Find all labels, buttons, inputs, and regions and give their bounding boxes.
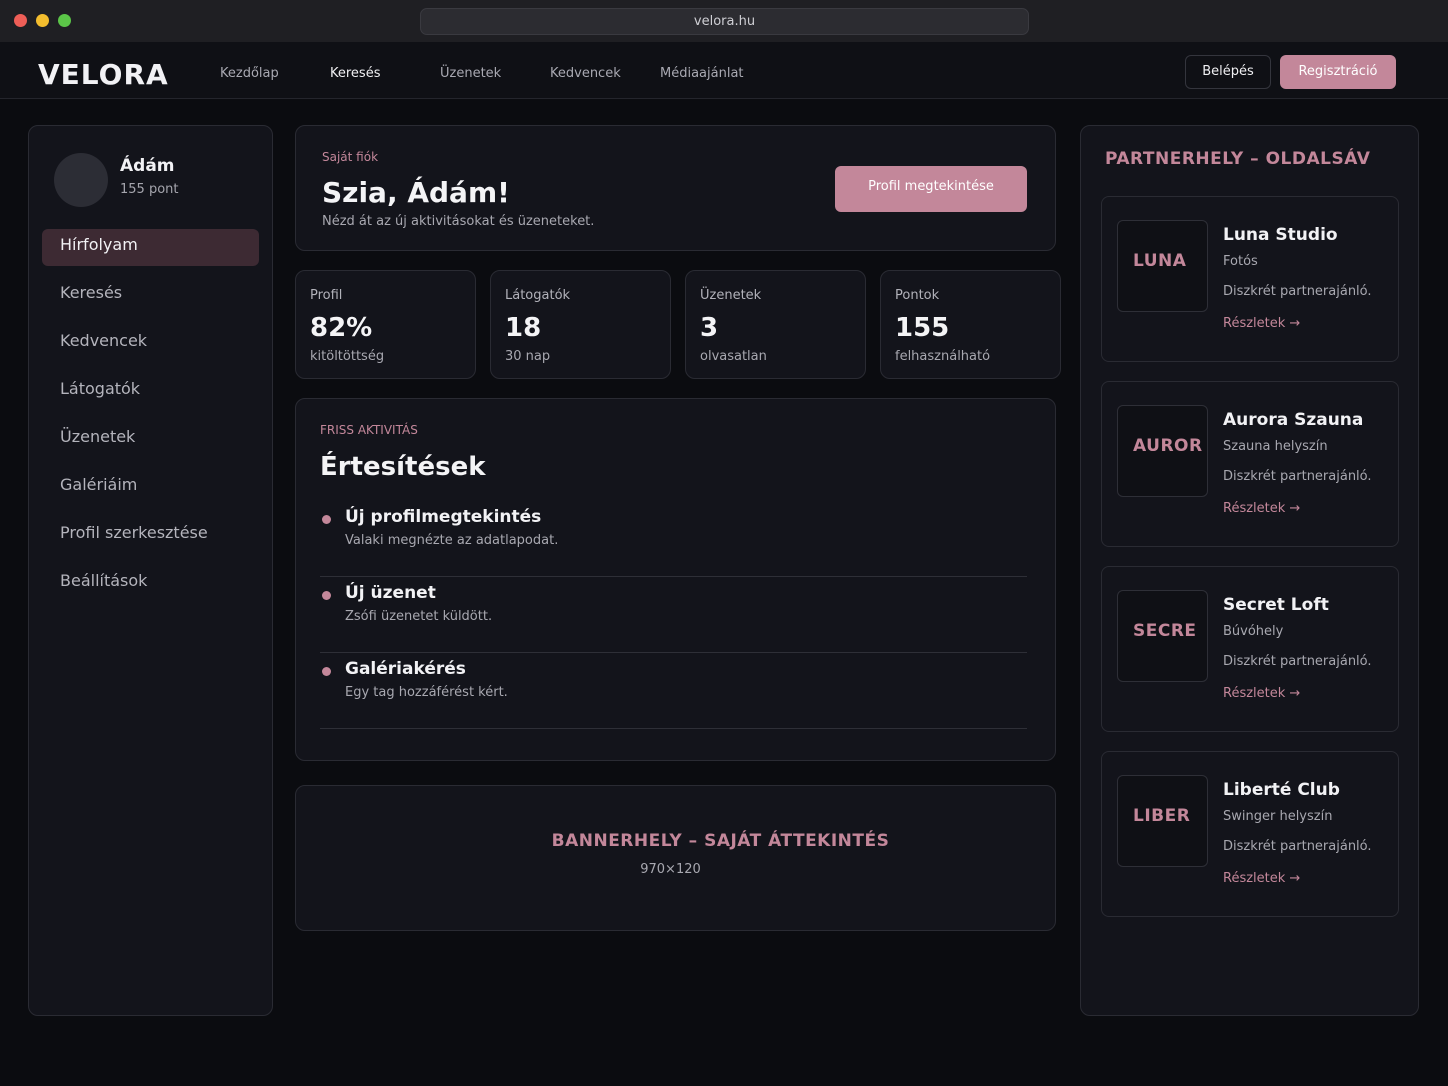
nav-link-messages[interactable]: Üzenetek	[440, 66, 501, 82]
nav-link-media-offer[interactable]: Médiaajánlat	[660, 66, 744, 82]
partner-type: Szauna helyszín	[1223, 439, 1328, 454]
view-profile-button[interactable]: Profil megtekintése	[835, 166, 1027, 212]
partner-logo: SECRE	[1117, 590, 1208, 682]
partner-description: Diszkrét partnerajánló.	[1223, 469, 1372, 484]
banner-title: BANNERHELY – SAJÁT ÁTTEKINTÉS	[551, 831, 890, 851]
banner-size: 970×120	[640, 862, 701, 877]
partner-type: Búvóhely	[1223, 624, 1284, 639]
partner-card[interactable]: LUNA Luna Studio Fotós Diszkrét partnera…	[1101, 196, 1399, 362]
page-title: Szia, Ádám!	[322, 176, 510, 209]
close-window-button[interactable]	[14, 14, 27, 27]
partner-name: Secret Loft	[1223, 595, 1329, 615]
notification-description: Zsófi üzenetet küldött.	[345, 609, 493, 624]
register-button[interactable]: Regisztráció	[1280, 55, 1396, 89]
bullet-dot-icon	[322, 591, 331, 600]
partner-logo: LIBER	[1117, 775, 1208, 867]
address-bar[interactable]: velora.hu	[420, 8, 1029, 35]
partner-description: Diszkrét partnerajánló.	[1223, 839, 1372, 854]
partner-type: Swinger helyszín	[1223, 809, 1333, 824]
partner-description: Diszkrét partnerajánló.	[1223, 654, 1372, 669]
notification-title: Új profilmegtekintés	[345, 507, 542, 527]
site-logo[interactable]: VELORA	[38, 58, 169, 92]
browser-chrome: velora.hu	[0, 0, 1448, 42]
nav-link-search[interactable]: Keresés	[330, 66, 380, 82]
stat-label: Profil	[310, 288, 343, 303]
notification-description: Valaki megnézte az adatlapodat.	[345, 533, 559, 548]
stat-sub: 30 nap	[505, 349, 551, 364]
notification-title: Galériakérés	[345, 659, 466, 679]
notifications-title: Értesítések	[320, 452, 486, 482]
partner-details-link[interactable]: Részletek →	[1223, 686, 1300, 701]
sidebar-item-messages[interactable]: Üzenetek	[42, 421, 259, 458]
welcome-subtitle: Nézd át az új aktivitásokat és üzeneteke…	[322, 214, 595, 229]
minimize-window-button[interactable]	[36, 14, 49, 27]
stat-label: Üzenetek	[700, 288, 762, 303]
nav-link-home[interactable]: Kezdőlap	[220, 66, 279, 82]
partner-card[interactable]: SECRE Secret Loft Búvóhely Diszkrét part…	[1101, 566, 1399, 732]
partner-sidebar-title: PARTNERHELY – OLDALSÁV	[1105, 149, 1371, 169]
top-navigation: VELORA Kezdőlap Keresés Üzenetek Kedvenc…	[0, 42, 1448, 99]
stat-card-profile: Profil 82% kitöltöttség	[295, 270, 476, 379]
stat-value: 18	[505, 313, 542, 343]
notifications-panel: FRISS AKTIVITÁS Értesítések Új profilmeg…	[295, 398, 1056, 761]
avatar[interactable]	[54, 153, 108, 207]
sidebar-item-settings[interactable]: Beállítások	[42, 565, 259, 602]
notification-item[interactable]: Új profilmegtekintés Valaki megnézte az …	[320, 501, 1027, 577]
stat-sub: olvasatlan	[700, 349, 767, 364]
notifications-eyebrow: FRISS AKTIVITÁS	[320, 423, 418, 437]
sidebar-item-search[interactable]: Keresés	[42, 277, 259, 314]
welcome-card: Saját fiók Szia, Ádám! Nézd át az új akt…	[295, 125, 1056, 251]
stat-label: Látogatók	[505, 288, 571, 303]
sidebar-item-feed[interactable]: Hírfolyam	[42, 229, 259, 266]
stat-sub: kitöltöttség	[310, 349, 385, 364]
notification-item[interactable]: Galériakérés Egy tag hozzáférést kért.	[320, 653, 1027, 729]
user-points: 155 pont	[120, 182, 179, 197]
stat-card-messages: Üzenetek 3 olvasatlan	[685, 270, 866, 379]
partner-card[interactable]: LIBER Liberté Club Swinger helyszín Disz…	[1101, 751, 1399, 917]
notification-description: Egy tag hozzáférést kért.	[345, 685, 508, 700]
sidebar-item-favorites[interactable]: Kedvencek	[42, 325, 259, 362]
banner-placeholder[interactable]: BANNERHELY – SAJÁT ÁTTEKINTÉS 970×120	[295, 785, 1056, 931]
login-button[interactable]: Belépés	[1185, 55, 1271, 89]
stat-value: 155	[895, 313, 950, 343]
partner-logo: AUROR	[1117, 405, 1208, 497]
partner-details-link[interactable]: Részletek →	[1223, 316, 1300, 331]
nav-link-favorites[interactable]: Kedvencek	[550, 66, 621, 82]
stat-value: 3	[700, 313, 719, 343]
partner-name: Luna Studio	[1223, 225, 1338, 245]
partner-card[interactable]: AUROR Aurora Szauna Szauna helyszín Disz…	[1101, 381, 1399, 547]
user-name: Ádám	[120, 156, 175, 176]
bullet-dot-icon	[322, 667, 331, 676]
partner-details-link[interactable]: Részletek →	[1223, 871, 1300, 886]
bullet-dot-icon	[322, 515, 331, 524]
stat-card-visitors: Látogatók 18 30 nap	[490, 270, 671, 379]
partner-description: Diszkrét partnerajánló.	[1223, 284, 1372, 299]
welcome-eyebrow: Saját fiók	[322, 150, 379, 164]
sidebar-item-galleries[interactable]: Galériáim	[42, 469, 259, 506]
notification-title: Új üzenet	[345, 583, 436, 603]
partner-type: Fotós	[1223, 254, 1258, 269]
sidebar-item-visitors[interactable]: Látogatók	[42, 373, 259, 410]
stat-label: Pontok	[895, 288, 940, 303]
stat-card-points: Pontok 155 felhasználható	[880, 270, 1061, 379]
partner-details-link[interactable]: Részletek →	[1223, 501, 1300, 516]
partner-logo: LUNA	[1117, 220, 1208, 312]
stat-sub: felhasználható	[895, 349, 991, 364]
maximize-window-button[interactable]	[58, 14, 71, 27]
stat-value: 82%	[310, 313, 373, 343]
partner-sidebar: PARTNERHELY – OLDALSÁV LUNA Luna Studio …	[1080, 125, 1419, 1016]
partner-name: Liberté Club	[1223, 780, 1340, 800]
left-sidebar: Ádám 155 pont Hírfolyam Keresés Kedvence…	[28, 125, 273, 1016]
partner-name: Aurora Szauna	[1223, 410, 1364, 430]
sidebar-item-edit-profile[interactable]: Profil szerkesztése	[42, 517, 259, 554]
notification-item[interactable]: Új üzenet Zsófi üzenetet küldött.	[320, 577, 1027, 653]
